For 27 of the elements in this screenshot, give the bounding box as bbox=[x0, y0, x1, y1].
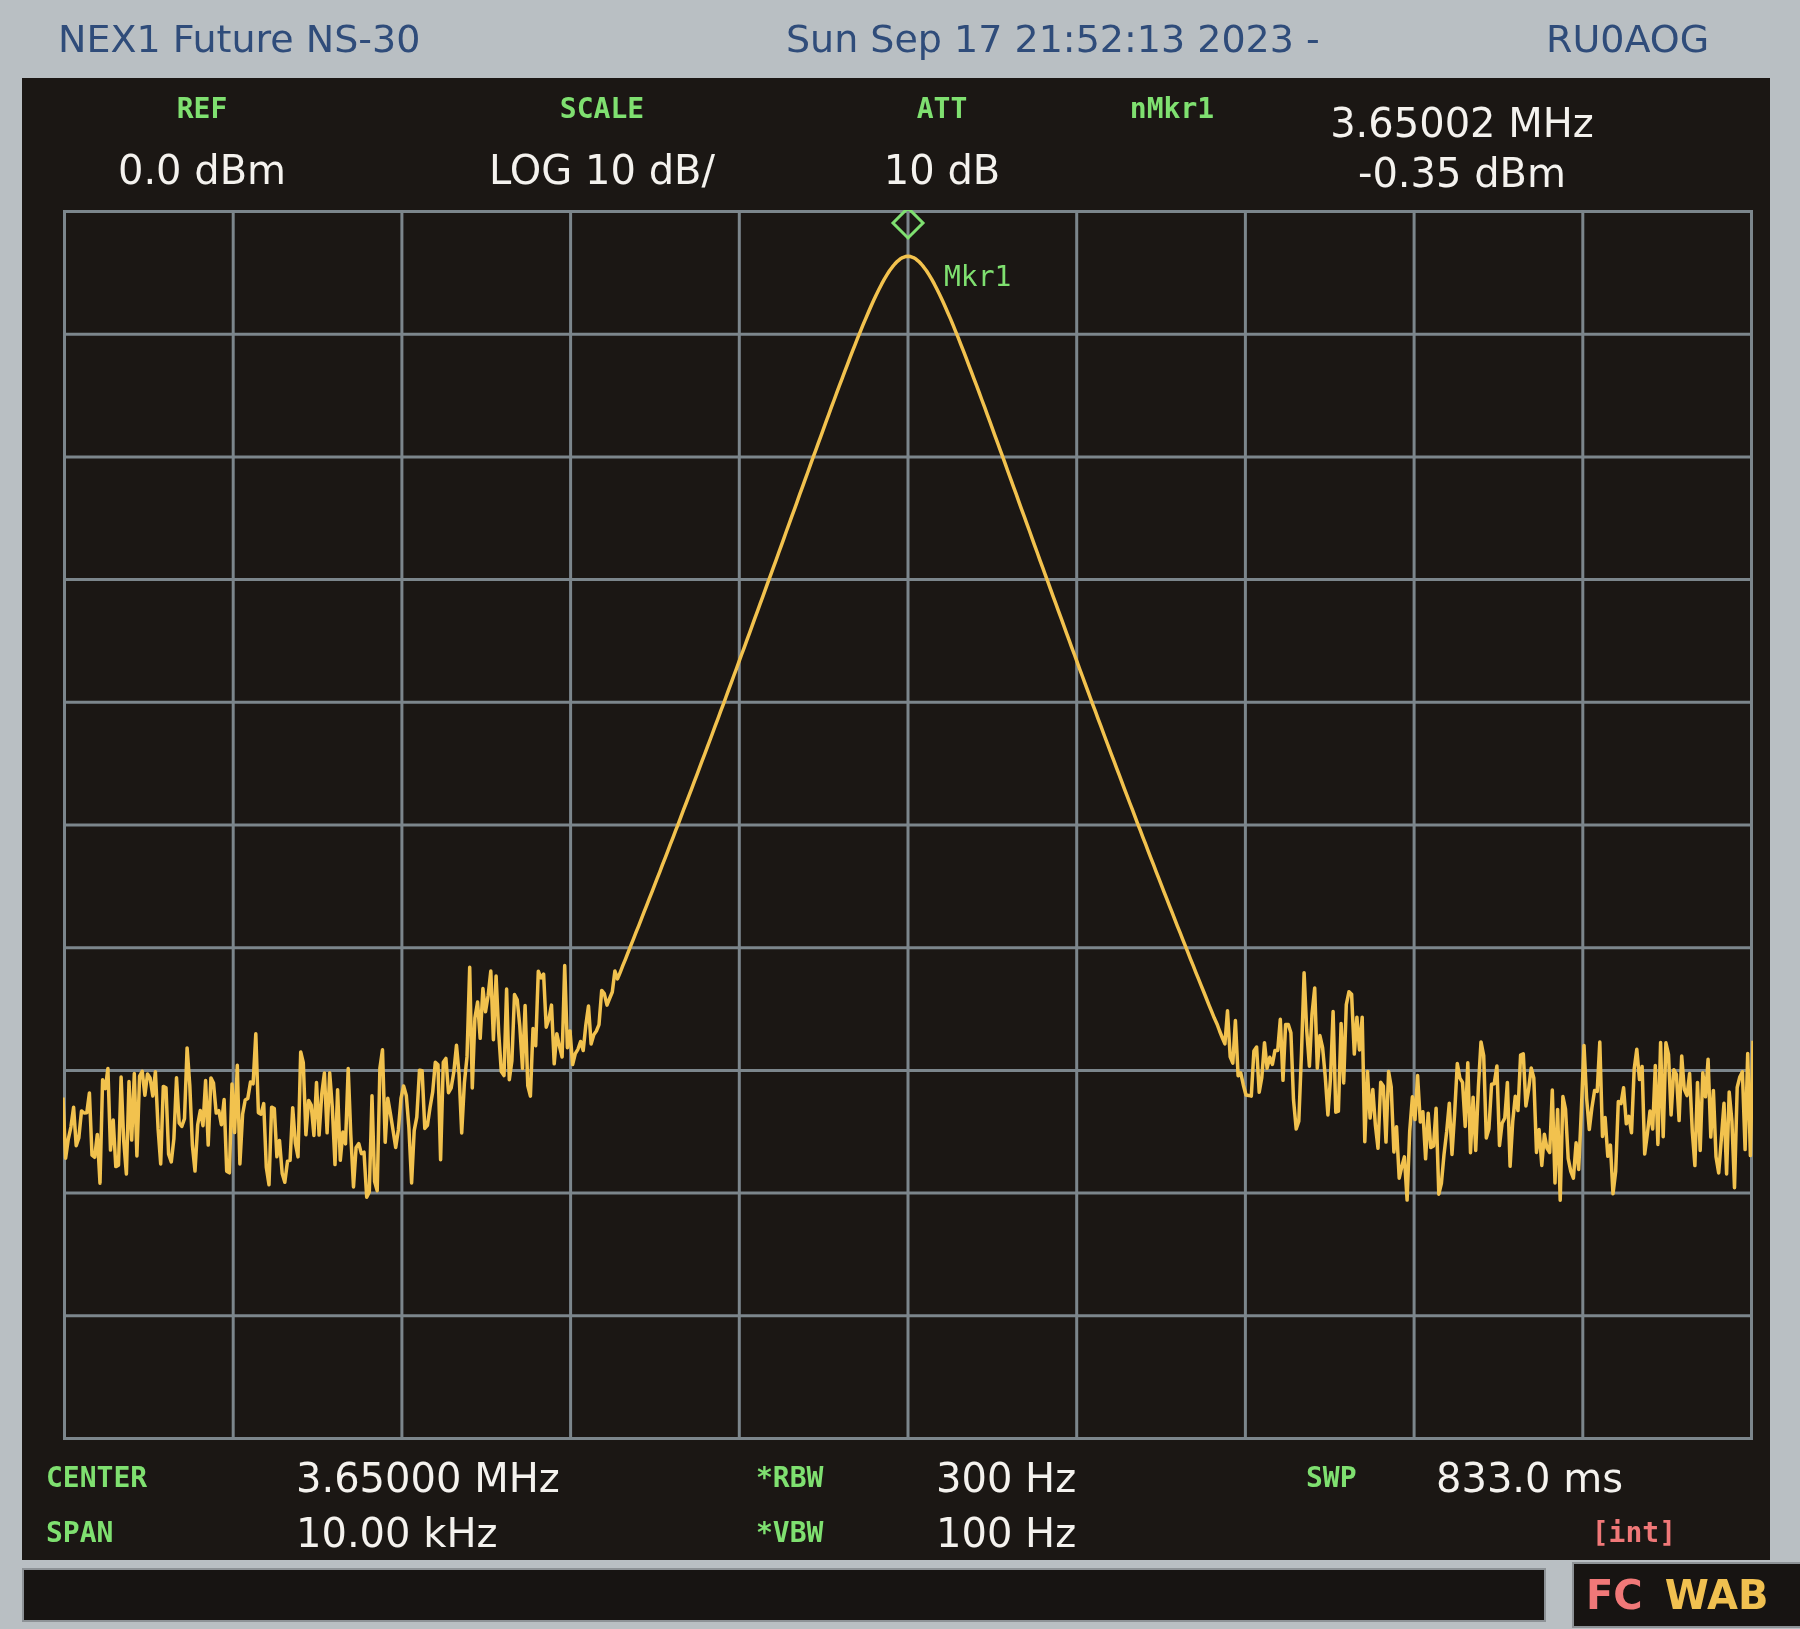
setting-value: 100 Hz bbox=[936, 1509, 1078, 1556]
marker-frequency: 3.65002 MHz bbox=[1330, 100, 1594, 146]
callsign: RU0AOG bbox=[1546, 17, 1710, 61]
setting-label: REF bbox=[176, 92, 228, 125]
marker-level: -0.35 dBm bbox=[1358, 150, 1566, 196]
setting-label: *RBW bbox=[756, 1461, 825, 1494]
setting-label: *VBW bbox=[756, 1516, 825, 1549]
setting-label: CENTER bbox=[46, 1461, 149, 1494]
setting-value: 10 dB bbox=[883, 147, 1001, 193]
setting-label: SPAN bbox=[46, 1516, 115, 1549]
sweep-mode: [int] bbox=[1591, 1516, 1676, 1549]
status-code: FC bbox=[1586, 1571, 1643, 1618]
setting-label: ATT bbox=[916, 92, 968, 125]
setting-value: LOG 10 dB/ bbox=[489, 147, 715, 193]
setting-label: nMkr1 bbox=[1129, 92, 1215, 125]
setting-label: SWP bbox=[1306, 1461, 1358, 1494]
setting-value: 300 Hz bbox=[936, 1454, 1078, 1501]
setting-value: 833.0 ms bbox=[1436, 1454, 1625, 1501]
instrument-name: NEX1 Future NS-30 bbox=[58, 17, 422, 61]
date-time: Sun Sep 17 21:52:13 2023 - bbox=[786, 17, 1321, 61]
status-code: WAB bbox=[1664, 1571, 1769, 1618]
setting-value: 0.0 dBm bbox=[117, 147, 287, 193]
setting-value: 3.65000 MHz bbox=[296, 1454, 561, 1501]
marker-icon bbox=[890, 210, 926, 241]
setting-label: SCALE bbox=[559, 92, 645, 125]
setting-value: 10.00 kHz bbox=[296, 1509, 499, 1556]
marker-label: Mkr1 bbox=[944, 260, 1012, 293]
